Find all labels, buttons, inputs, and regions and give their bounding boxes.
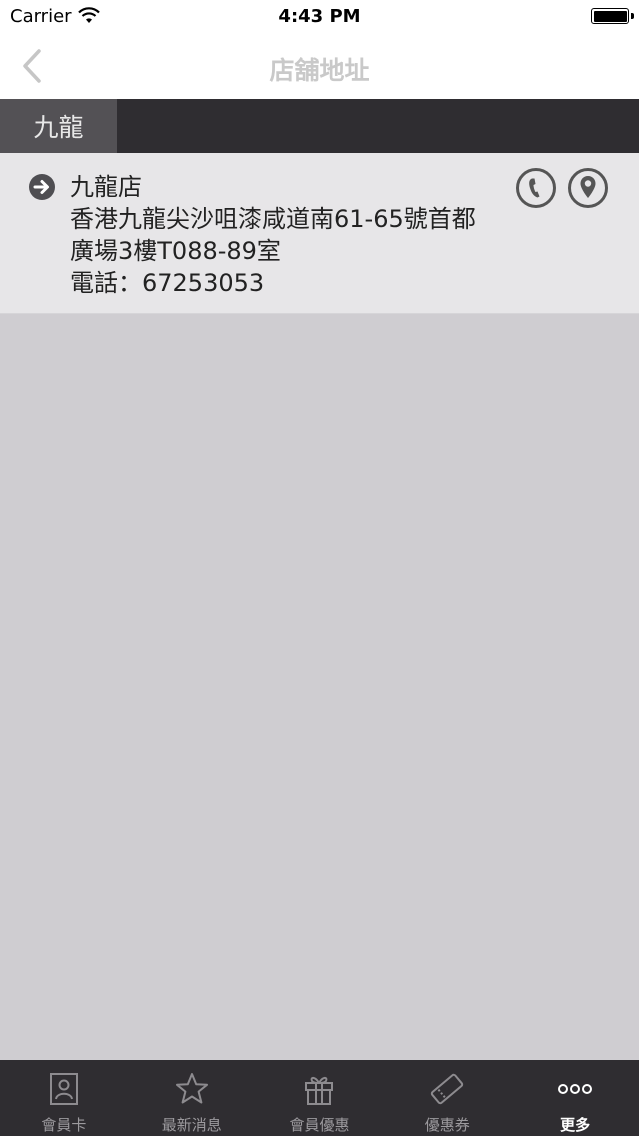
gift-icon: [305, 1076, 334, 1105]
tab-member-offers[interactable]: 會員優惠: [256, 1060, 384, 1136]
store-list-item[interactable]: 九龍店 香港九龍尖沙咀漆咸道南61-65號首都 廣場3樓T088-89室 電話：…: [0, 153, 639, 314]
bottom-tab-bar: 會員卡 最新消息 會員優惠 優惠券 更多: [0, 1060, 639, 1136]
member-card-icon: [49, 1073, 78, 1105]
store-address-line1: 香港九龍尖沙咀漆咸道南61-65號首都: [70, 205, 476, 233]
phone-icon[interactable]: [515, 167, 557, 209]
store-address-line2: 廣場3樓T088-89室: [70, 237, 281, 265]
battery-nub: [631, 13, 634, 19]
store-name: 九龍店: [70, 173, 142, 201]
region-tab-bar: 九龍: [0, 99, 639, 153]
tab-news[interactable]: 最新消息: [128, 1060, 256, 1136]
tab-coupons[interactable]: 優惠券: [383, 1060, 511, 1136]
arrow-right-circle-icon: [29, 174, 55, 200]
tab-label: 更多: [560, 1116, 591, 1134]
more-icon: [558, 1084, 593, 1094]
status-bar: Carrier 4:43 PM: [0, 0, 639, 34]
tab-label: 會員優惠: [289, 1116, 350, 1134]
battery-icon: [591, 8, 629, 24]
store-details: 九龍店 香港九龍尖沙咀漆咸道南61-65號首都 廣場3樓T088-89室 電話：…: [70, 171, 510, 299]
tab-label: 會員卡: [41, 1116, 87, 1134]
navigation-bar: 店舖地址: [0, 34, 639, 99]
coupon-icon: [431, 1073, 464, 1105]
tab-label: 最新消息: [161, 1116, 222, 1134]
store-phone: 電話：67253053: [70, 269, 265, 297]
tab-member-card[interactable]: 會員卡: [0, 1060, 128, 1136]
tab-more[interactable]: 更多: [511, 1060, 639, 1136]
map-pin-icon[interactable]: [567, 167, 609, 209]
tab-label: 優惠券: [424, 1116, 470, 1134]
star-icon: [175, 1073, 208, 1104]
status-time: 4:43 PM: [278, 6, 361, 27]
page-title: 店舖地址: [269, 56, 370, 85]
region-tab-kowloon[interactable]: 九龍: [0, 99, 117, 153]
